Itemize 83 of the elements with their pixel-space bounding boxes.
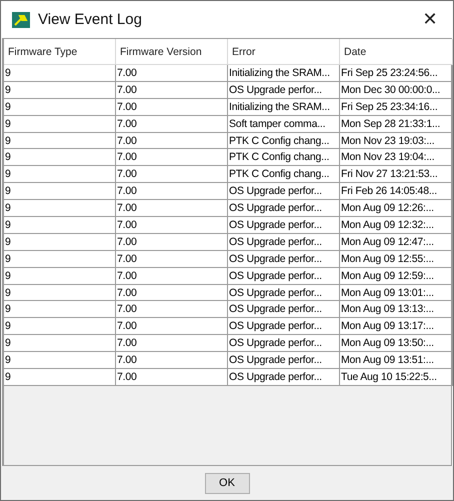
- ok-button[interactable]: OK: [204, 472, 250, 494]
- table-cell: Fri Feb 26 14:05:48...: [340, 183, 453, 200]
- table-cell: 9: [4, 98, 116, 116]
- table-cell: 9: [4, 116, 116, 133]
- table-cell: 7.00: [116, 98, 228, 116]
- table-cell: Mon Nov 23 19:03:...: [340, 132, 453, 150]
- table-cell: 7.00: [116, 284, 228, 302]
- table-cell: 7.00: [116, 149, 228, 166]
- table-cell: Mon Aug 09 13:01:...: [340, 284, 453, 302]
- table-cell: OS Upgrade perfor...: [228, 369, 340, 386]
- table-cell: 7.00: [116, 200, 228, 218]
- table-cell: 7.00: [116, 335, 228, 352]
- table-cell: Mon Aug 09 12:55:...: [340, 250, 453, 268]
- app-icon: [12, 12, 30, 28]
- table-cell: 9: [4, 132, 116, 150]
- table-cell: OS Upgrade perfor...: [228, 234, 340, 251]
- table-cell: 9: [4, 369, 116, 386]
- table-cell: Fri Nov 27 13:21:53...: [340, 166, 453, 184]
- table-cell: 7.00: [116, 65, 228, 82]
- table-cell: 9: [4, 318, 116, 336]
- table-cell: 9: [4, 217, 116, 234]
- table-cell: 9: [4, 200, 116, 218]
- table-cell: Initializing the SRAM...: [228, 65, 340, 82]
- table-cell: OS Upgrade perfor...: [228, 268, 340, 285]
- table-cell: 9: [4, 301, 116, 318]
- table-cell: Tue Aug 10 15:22:5...: [340, 369, 453, 386]
- table-cell: OS Upgrade perfor...: [228, 301, 340, 318]
- column-header[interactable]: Firmware Type: [4, 39, 116, 65]
- table-cell: 7.00: [116, 318, 228, 336]
- table-cell: Mon Aug 09 12:59:...: [340, 268, 453, 285]
- table-cell: 9: [4, 183, 116, 200]
- table-cell: Mon Nov 23 19:04:...: [340, 149, 453, 166]
- table-cell: 9: [4, 65, 116, 82]
- table-cell: 9: [4, 335, 116, 352]
- table-cell: 9: [4, 234, 116, 251]
- table-cell: Mon Aug 09 12:26:...: [340, 200, 453, 218]
- table-cell: 7.00: [116, 217, 228, 234]
- table-cell: 7.00: [116, 183, 228, 200]
- table-cell: Mon Aug 09 13:50:...: [340, 335, 453, 352]
- table-cell: 7.00: [116, 166, 228, 184]
- column-header[interactable]: Date: [340, 39, 453, 65]
- table-cell: Fri Sep 25 23:34:16...: [340, 98, 453, 116]
- table-cell: PTK C Config chang...: [228, 149, 340, 166]
- table-cell: Mon Aug 09 13:51:...: [340, 352, 453, 370]
- table-cell: PTK C Config chang...: [228, 132, 340, 150]
- table-cell: Fri Sep 25 23:24:56...: [340, 65, 453, 82]
- window-title: View Event Log: [38, 11, 142, 28]
- table-cell: PTK C Config chang...: [228, 166, 340, 184]
- table-cell: Mon Sep 28 21:33:1...: [340, 116, 453, 133]
- table-cell: OS Upgrade perfor...: [228, 183, 340, 200]
- table-cell: Mon Aug 09 13:17:...: [340, 318, 453, 336]
- table-cell: OS Upgrade perfor...: [228, 200, 340, 218]
- table-cell: 7.00: [116, 82, 228, 99]
- table-cell: 9: [4, 166, 116, 184]
- table-cell: 7.00: [116, 369, 228, 386]
- column-header[interactable]: Firmware Version: [116, 39, 228, 65]
- table-cell: OS Upgrade perfor...: [228, 284, 340, 302]
- table-cell: 9: [4, 250, 116, 268]
- table-cell: OS Upgrade perfor...: [228, 335, 340, 352]
- table-cell: 7.00: [116, 250, 228, 268]
- table-cell: 7.00: [116, 116, 228, 133]
- table-cell: 9: [4, 284, 116, 302]
- table-cell: Mon Aug 09 12:32:...: [340, 217, 453, 234]
- table-cell: OS Upgrade perfor...: [228, 318, 340, 336]
- table-cell: Mon Aug 09 12:47:...: [340, 234, 453, 251]
- table-cell: 7.00: [116, 234, 228, 251]
- table-cell: 7.00: [116, 301, 228, 318]
- table-cell: 9: [4, 352, 116, 370]
- table-cell: OS Upgrade perfor...: [228, 352, 340, 370]
- table-cell: 7.00: [116, 268, 228, 285]
- table-cell: Initializing the SRAM...: [228, 98, 340, 116]
- table-cell: 9: [4, 268, 116, 285]
- table-cell: OS Upgrade perfor...: [228, 217, 340, 234]
- table-cell: 7.00: [116, 132, 228, 150]
- table-cell: OS Upgrade perfor...: [228, 250, 340, 268]
- table-cell: 9: [4, 82, 116, 99]
- table-cell: Mon Aug 09 13:13:...: [340, 301, 453, 318]
- table-cell: Mon Dec 30 00:00:0...: [340, 82, 453, 99]
- table-cell: Soft tamper comma...: [228, 116, 340, 133]
- table-cell: OS Upgrade perfor...: [228, 82, 340, 99]
- column-header[interactable]: Error: [228, 39, 340, 65]
- table-cell: 7.00: [116, 352, 228, 370]
- table-cell: 9: [4, 149, 116, 166]
